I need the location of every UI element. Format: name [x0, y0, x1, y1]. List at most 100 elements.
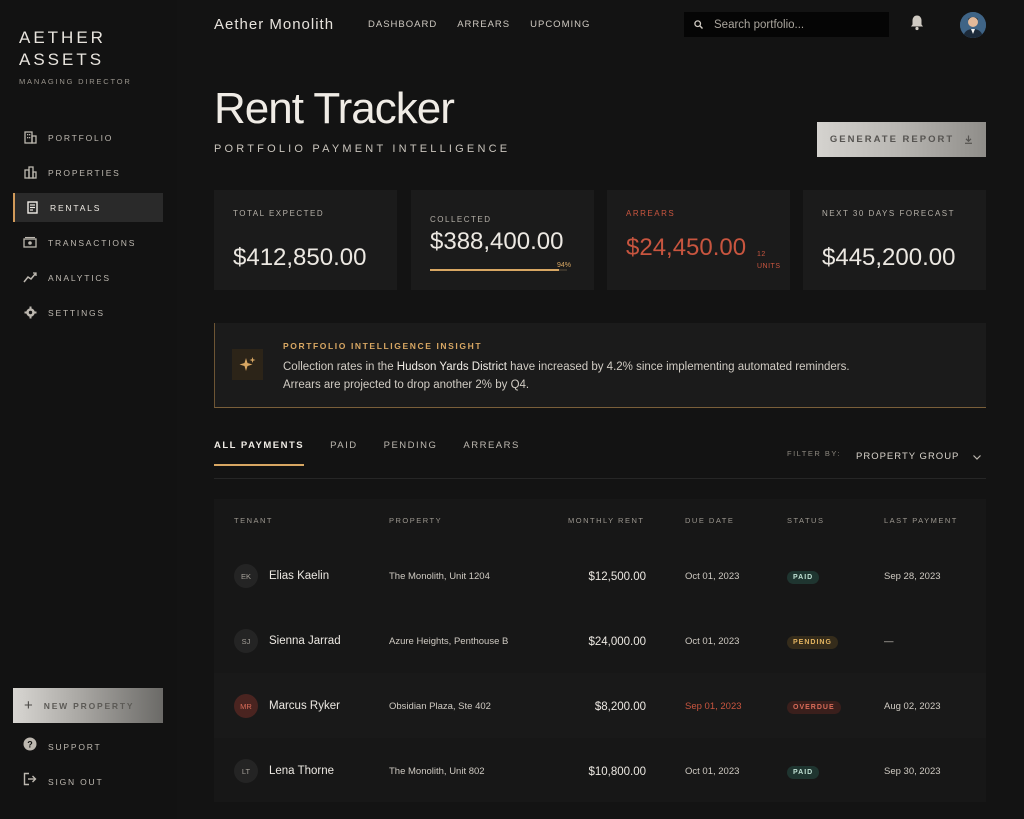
sidebar-item-label: PROPERTIES — [48, 167, 121, 178]
new-property-button[interactable]: + NEW PROPERTY — [13, 688, 163, 723]
sign-out-link[interactable]: SIGN OUT — [23, 772, 173, 791]
insight-panel: PORTFOLIO INTELLIGENCE INSIGHT Collectio… — [214, 323, 986, 408]
user-role: MANAGING DIRECTOR — [19, 77, 132, 86]
status-badge: PENDING — [787, 636, 838, 649]
generate-report-button[interactable]: GENERATE REPORT — [817, 122, 986, 157]
sidebar-item-transactions[interactable]: TRANSACTIONS — [13, 228, 163, 257]
city-icon — [23, 166, 37, 180]
sidebar-item-properties[interactable]: PROPERTIES — [13, 158, 163, 187]
table-row[interactable]: EK Elias Kaelin The Monolith, Unit 1204 … — [214, 543, 986, 608]
tab-arrears[interactable]: ARREARS — [463, 440, 519, 466]
column-header-due-date: DUE DATE — [685, 516, 735, 525]
stat-card-arrears: ARREARS $24,450.00 12 UNITS — [607, 190, 790, 290]
stat-label: ARREARS — [626, 209, 676, 218]
status-badge: OVERDUE — [787, 701, 841, 714]
search-input[interactable] — [714, 18, 874, 31]
table-row[interactable]: MR Marcus Ryker Obsidian Plaza, Ste 402 … — [214, 673, 986, 738]
tenant-name: Sienna Jarrad — [269, 635, 341, 647]
status-badge: PAID — [787, 571, 820, 584]
sparkle-icon — [232, 349, 263, 380]
arrears-units-label: UNITS — [757, 263, 781, 270]
generate-report-label: GENERATE REPORT — [829, 134, 955, 145]
monthly-rent: $12,500.00 — [588, 571, 646, 583]
last-payment: Aug 02, 2023 — [884, 701, 941, 712]
tab-paid[interactable]: PAID — [330, 440, 357, 466]
stat-value: $388,400.00 — [430, 228, 564, 255]
insight-text: Collection rates in the Hudson Yards Dis… — [283, 358, 933, 394]
search-icon — [694, 16, 703, 34]
last-payment: — — [884, 636, 894, 647]
tenant-name: Elias Kaelin — [269, 570, 330, 582]
sidebar-item-label: SETTINGS — [48, 307, 105, 318]
filter-value: PROPERTY GROUP — [856, 450, 960, 462]
table-row[interactable]: SJ Sienna Jarrad Azure Heights, Penthous… — [214, 608, 986, 673]
insight-highlight: Hudson Yards District — [396, 361, 507, 373]
brand-line-2: ASSETS — [19, 50, 105, 69]
trend-icon — [23, 271, 37, 285]
download-icon — [964, 131, 973, 149]
stat-card-collected: COLLECTED $388,400.00 94% — [411, 190, 594, 290]
brand-line-1: AETHER — [19, 28, 106, 47]
sidebar-item-rentals[interactable]: RENTALS — [13, 193, 163, 222]
search-box — [684, 12, 889, 37]
column-header-monthly-rent: MONTHLY RENT — [568, 516, 645, 525]
top-nav-arrears[interactable]: ARREARS — [457, 19, 510, 30]
insight-text-before: Collection rates in the — [283, 361, 397, 373]
tenant-avatar: MR — [234, 694, 258, 718]
arrears-units-count: 12 — [757, 251, 766, 258]
sidebar-item-label: PORTFOLIO — [48, 132, 114, 143]
sidebar-item-label: RENTALS — [50, 202, 102, 213]
support-label: SUPPORT — [48, 741, 102, 752]
top-nav: DASHBOARD ARREARS UPCOMING — [368, 19, 610, 30]
sidebar-item-settings[interactable]: SETTINGS — [13, 298, 163, 327]
support-link[interactable]: ? SUPPORT — [23, 737, 173, 756]
cash-icon — [23, 236, 37, 250]
last-payment: Sep 28, 2023 — [884, 571, 941, 582]
sidebar: AETHER ASSETS MANAGING DIRECTOR PORTFOLI… — [0, 0, 177, 819]
property-name: The Monolith, Unit 1204 — [389, 571, 490, 582]
user-avatar[interactable] — [960, 12, 986, 38]
plus-icon: + — [24, 697, 33, 714]
top-nav-dashboard[interactable]: DASHBOARD — [368, 19, 437, 30]
svg-text:?: ? — [27, 740, 33, 750]
status-badge: PAID — [787, 766, 820, 779]
sidebar-item-label: ANALYTICS — [48, 272, 111, 283]
logout-icon — [23, 772, 37, 791]
stat-card-forecast: NEXT 30 DAYS FORECAST $445,200.00 — [803, 190, 986, 290]
page-title: Rent Tracker — [214, 84, 455, 133]
receipt-icon — [25, 201, 39, 215]
stat-value: $24,450.00 — [626, 234, 747, 261]
column-header-last-payment: LAST PAYMENT — [884, 516, 958, 525]
sidebar-nav: PORTFOLIO PROPERTIES RENTALS TRANSACTION… — [13, 123, 163, 333]
stat-card-total-expected: TOTAL EXPECTED $412,850.00 — [214, 190, 397, 290]
insight-text-after: have increased by 4.2% since implementin… — [506, 361, 850, 373]
column-header-status: STATUS — [787, 516, 825, 525]
building-icon — [23, 131, 37, 145]
stat-value: $412,850.00 — [233, 244, 367, 271]
tenant-avatar: LT — [234, 759, 258, 783]
tab-pending[interactable]: PENDING — [384, 440, 438, 466]
payment-tabs: ALL PAYMENTS PAID PENDING ARREARS — [214, 440, 546, 466]
new-property-label: NEW PROPERTY — [43, 700, 135, 711]
tenant-name: Lena Thorne — [269, 765, 335, 777]
top-nav-upcoming[interactable]: UPCOMING — [530, 19, 590, 30]
column-header-tenant: TENANT — [234, 516, 273, 525]
property-group-filter[interactable]: PROPERTY GROUP — [856, 447, 982, 465]
tab-all-payments[interactable]: ALL PAYMENTS — [214, 440, 305, 466]
sidebar-item-analytics[interactable]: ANALYTICS — [13, 263, 163, 292]
due-date: Oct 01, 2023 — [685, 571, 740, 582]
notifications-bell-icon[interactable] — [909, 14, 925, 36]
monthly-rent: $8,200.00 — [594, 701, 646, 713]
insight-title: PORTFOLIO INTELLIGENCE INSIGHT — [283, 341, 483, 351]
due-date: Sep 01, 2023 — [685, 701, 742, 712]
stat-label: TOTAL EXPECTED — [233, 209, 325, 218]
table-row[interactable]: LT Lena Thorne The Monolith, Unit 802 $1… — [214, 738, 986, 803]
gear-icon — [23, 306, 37, 320]
monthly-rent: $24,000.00 — [588, 636, 646, 648]
tenant-name: Marcus Ryker — [269, 700, 340, 712]
stat-value: $445,200.00 — [822, 244, 956, 271]
column-header-property: PROPERTY — [389, 516, 443, 525]
sidebar-item-portfolio[interactable]: PORTFOLIO — [13, 123, 163, 152]
brand: AETHER ASSETS MANAGING DIRECTOR — [19, 27, 132, 86]
insight-line-2: Arrears are projected to drop another 2%… — [283, 379, 530, 391]
